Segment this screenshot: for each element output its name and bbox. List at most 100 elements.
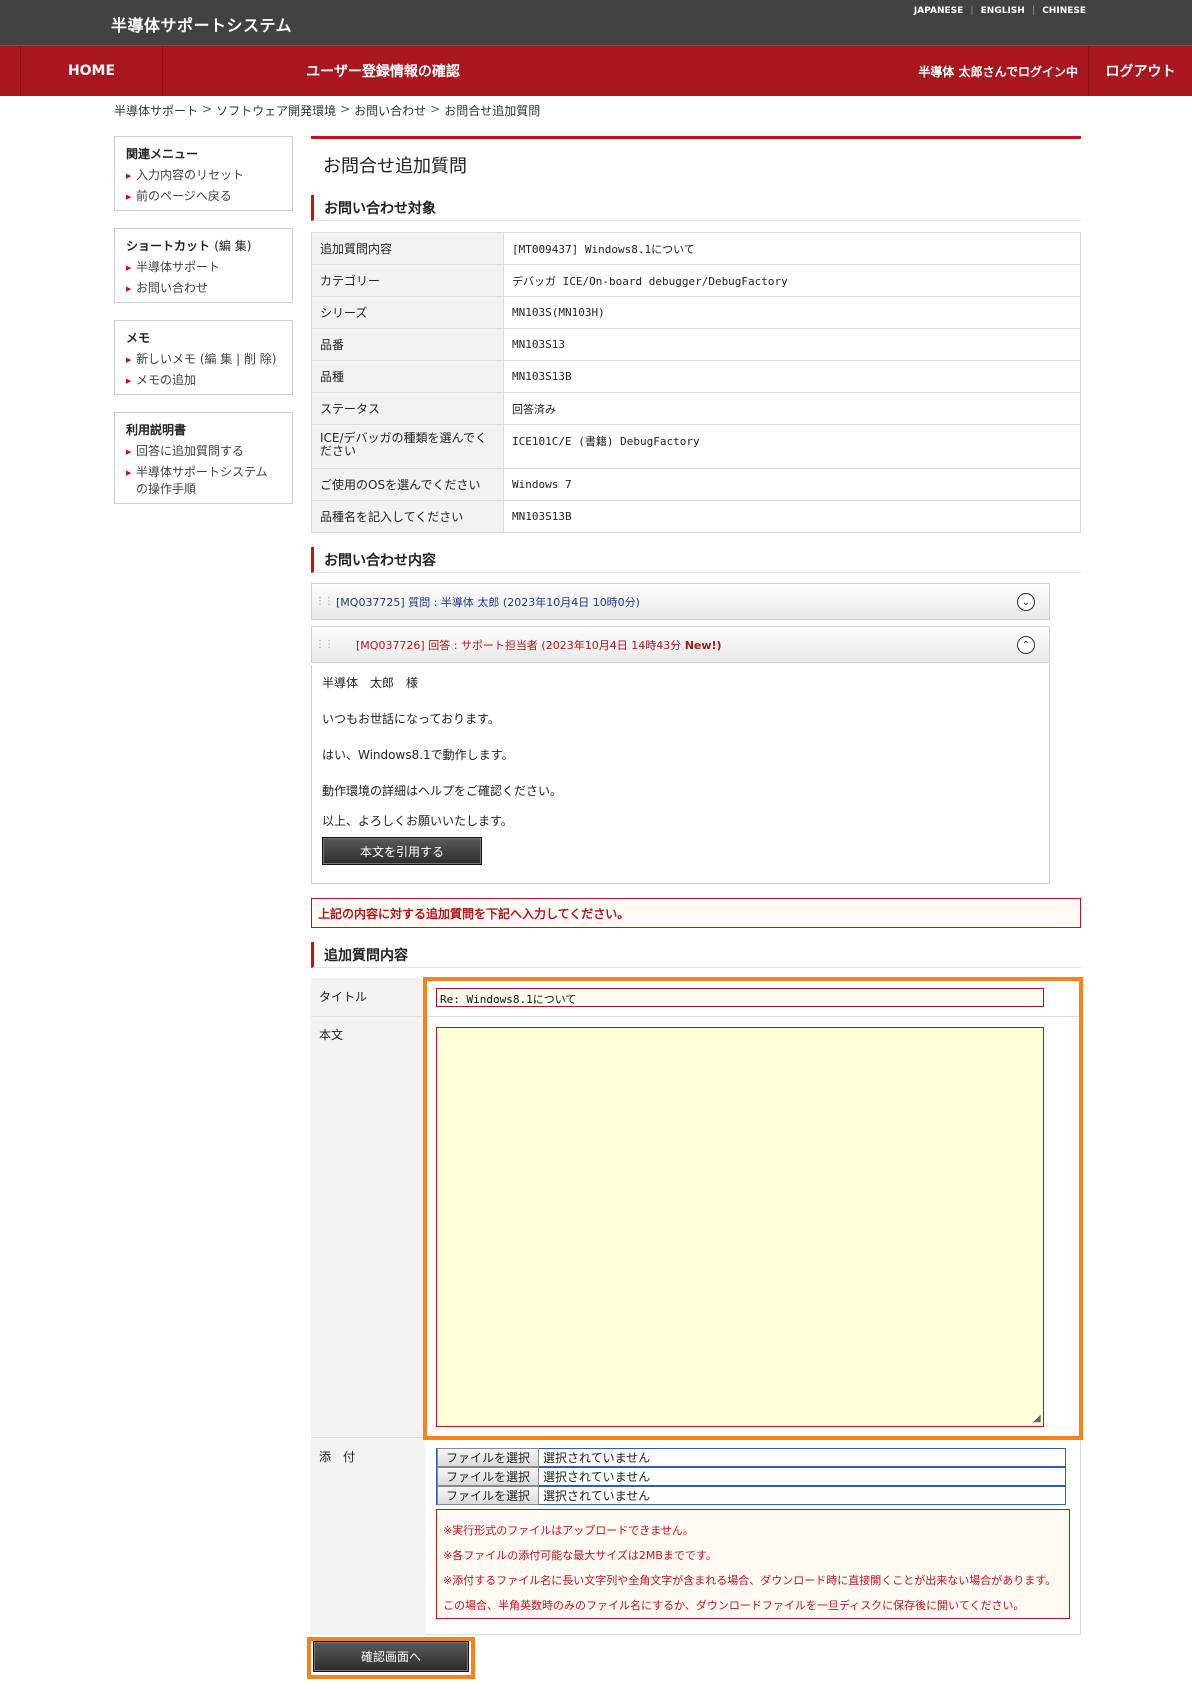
triangle-icon: ▶ — [126, 377, 132, 385]
question-accordion[interactable]: ⋮⋮ [MQ037725] 質問 : 半導体 太郎 (2023年10月4日 10… — [311, 583, 1050, 620]
sidebar-link-label: メモの追加 — [136, 373, 197, 387]
logged-in-user: 半導体 太郎さんでログイン中 — [918, 64, 1078, 79]
table-row: ご使用のOSを選んでください Windows 7 — [311, 468, 1081, 501]
section-heading-content: お問い合わせ内容 — [311, 547, 1081, 573]
warning-line: ※各ファイルの添付可能な最大サイズは2MBまでです。 — [443, 1549, 717, 1562]
sidebar-link-new-memo[interactable]: ▶ 新しいメモ (編 集 | 削 除) — [126, 351, 281, 369]
table-key: ステータス — [311, 392, 504, 425]
choose-file-button[interactable]: ファイルを選択 — [437, 1467, 540, 1486]
question-header: [MQ037725] 質問 : 半導体 太郎 (2023年10月4日 10時0分… — [336, 595, 640, 609]
sidebar-link-label: お問い合わせ — [136, 281, 209, 295]
breadcrumb-item[interactable]: お問い合わせ — [354, 102, 426, 119]
triangle-icon: ▶ — [126, 193, 132, 201]
answer-accordion[interactable]: ⋮⋮ [MQ037726] 回答 : サポート担当者 (2023年10月4日 1… — [311, 626, 1050, 663]
sidebar-link-additional-question[interactable]: ▶ 回答に追加質問する — [126, 443, 281, 461]
nav-user-info[interactable]: ユーザー登録情報の確認 — [163, 46, 603, 96]
table-value: [MT009437] Windows8.1について — [503, 232, 1081, 265]
table-key: ICE/デバッガの種類を選んでください — [311, 424, 504, 469]
sidebar-link-reset[interactable]: ▶ 入力内容のリセット — [126, 167, 281, 185]
top-bar: 半導体サポートシステム JAPANESE | ENGLISH | CHINESE — [0, 0, 1192, 45]
sidebar-heading: メモ — [126, 331, 151, 345]
lang-chinese[interactable]: CHINESE — [1042, 6, 1086, 16]
table-row: シリーズ MN103S(MN103H) — [311, 296, 1081, 329]
table-value: 回答済み — [503, 392, 1081, 425]
warning-line: ※実行形式のファイルはアップロードできません。 — [443, 1524, 694, 1537]
sidebar-link-inquiry[interactable]: ▶ お問い合わせ — [126, 280, 281, 298]
triangle-icon: ▶ — [126, 448, 132, 456]
section-heading-form: 追加質問内容 — [311, 942, 1081, 968]
body-label: 本文 — [319, 1028, 344, 1042]
table-row: カテゴリー デバッガ ICE/On-board debugger/DebugFa… — [311, 264, 1081, 297]
table-value: Windows 7 — [503, 468, 1081, 501]
section-heading-target: お問い合わせ対象 — [311, 195, 1081, 221]
file-status: 選択されていません — [543, 1451, 651, 1465]
warning-line: この場合、半角英数時のみのファイル名にするか、ダウンロードファイルを一旦ディスク… — [443, 1599, 1025, 1612]
lang-separator: | — [1031, 5, 1036, 16]
shortcut-edit-link[interactable]: (編 集) — [214, 239, 251, 253]
triangle-icon: ▶ — [126, 469, 132, 477]
file-input[interactable]: ファイルを選択 選択されていません — [436, 1467, 1066, 1486]
answer-line: 半導体 太郎 様 — [322, 676, 419, 690]
sidebar-link-back[interactable]: ▶ 前のページへ戻る — [126, 188, 281, 206]
file-status: 選択されていません — [543, 1470, 651, 1484]
site-brand[interactable]: 半導体サポートシステム — [111, 12, 292, 36]
sidebar-link-label: 入力内容のリセット — [136, 168, 245, 182]
logout-button[interactable]: ログアウト — [1088, 46, 1192, 96]
nav-home[interactable]: HOME — [20, 46, 163, 96]
lang-english[interactable]: ENGLISH — [981, 6, 1025, 16]
page-title: お問合せ追加質問 — [323, 156, 467, 177]
file-input[interactable]: ファイルを選択 選択されていません — [436, 1486, 1066, 1505]
breadcrumb-item[interactable]: ソフトウェア開発環境 — [216, 102, 336, 119]
sidebar-related-menu: 関連メニュー ▶ 入力内容のリセット ▶ 前のページへ戻る — [114, 136, 293, 211]
breadcrumb-item[interactable]: 半導体サポート — [114, 102, 198, 119]
table-value: デバッガ ICE/On-board debugger/DebugFactory — [503, 264, 1081, 297]
form-label-column — [311, 978, 425, 1635]
lang-separator: | — [970, 5, 974, 16]
drag-handle-icon[interactable]: ⋮⋮ — [312, 596, 336, 606]
breadcrumb: 半導体サポート > ソフトウェア開発環境 > お問い合わせ > お問合せ追加質問 — [114, 102, 540, 119]
instruction-notice: 上記の内容に対する追加質問を下記へ入力してください。 — [311, 898, 1081, 928]
chevron-up-icon[interactable]: ⌃ — [1017, 636, 1035, 654]
title-label: タイトル — [319, 990, 368, 1004]
attachment-warnings: ※実行形式のファイルはアップロードできません。 ※各ファイルの添付可能な最大サイ… — [436, 1509, 1070, 1619]
answer-line: 以上、よろしくお願いいたします。 — [322, 814, 513, 828]
choose-file-button[interactable]: ファイルを選択 — [437, 1486, 540, 1505]
sidebar-link-label: 新しいメモ (編 集 | 削 除) — [136, 352, 277, 366]
table-key: 品種 — [311, 360, 504, 393]
attachment-label: 添 付 — [319, 1450, 356, 1464]
table-key: 品番 — [311, 328, 504, 361]
sidebar-link-label: 半導体サポート — [136, 260, 221, 274]
breadcrumb-separator: > — [430, 102, 441, 116]
confirm-button[interactable]: 確認画面へ — [313, 1641, 469, 1672]
table-value: MN103S13B — [503, 360, 1081, 393]
table-key: 品種名を記入してください — [311, 500, 504, 533]
lang-japanese[interactable]: JAPANESE — [914, 6, 963, 16]
sidebar-shortcut: ショートカット (編 集) ▶ 半導体サポート ▶ お問い合わせ — [114, 228, 293, 303]
answer-header-text: [MQ037726] 回答 : サポート担当者 (2023年10月4日 14時4… — [356, 638, 685, 652]
main-nav: HOME ユーザー登録情報の確認 半導体 太郎さんでログイン中 ログアウト — [0, 45, 1192, 96]
file-input[interactable]: ファイルを選択 選択されていません — [436, 1448, 1066, 1467]
sidebar-link-add-memo[interactable]: ▶ メモの追加 — [126, 372, 281, 390]
breadcrumb-current: お問合せ追加質問 — [444, 104, 541, 118]
choose-file-button[interactable]: ファイルを選択 — [437, 1448, 540, 1467]
table-row: 品種名を記入してください MN103S13B — [311, 500, 1081, 533]
table-key: 追加質問内容 — [311, 232, 504, 265]
answer-line: はい、Windows8.1で動作します。 — [322, 748, 514, 762]
file-status: 選択されていません — [543, 1489, 651, 1503]
triangle-icon: ▶ — [126, 356, 132, 364]
sidebar-heading: ショートカット (編 集) — [126, 237, 281, 254]
drag-handle-icon[interactable]: ⋮⋮ — [312, 639, 336, 649]
sidebar-link-operation-guide[interactable]: ▶ 半導体サポートシステムの操作手順 — [126, 464, 281, 498]
chevron-down-icon[interactable]: ⌄ — [1017, 593, 1035, 611]
sidebar-link-label: 回答に追加質問する — [136, 444, 245, 458]
sidebar-link-label: 前のページへ戻る — [136, 189, 232, 203]
sidebar-link-label: 半導体サポートシステムの操作手順 — [136, 465, 268, 496]
triangle-icon: ▶ — [126, 285, 132, 293]
title-rule — [311, 136, 1081, 139]
table-value: MN103S13 — [503, 328, 1081, 361]
sidebar-memo: メモ ▶ 新しいメモ (編 集 | 削 除) ▶ メモの追加 — [114, 320, 293, 395]
sidebar-link-semiconductor-support[interactable]: ▶ 半導体サポート — [126, 259, 281, 277]
table-row: 品種 MN103S13B — [311, 360, 1081, 393]
triangle-icon: ▶ — [126, 172, 132, 180]
quote-body-button[interactable]: 本文を引用する — [322, 837, 482, 865]
